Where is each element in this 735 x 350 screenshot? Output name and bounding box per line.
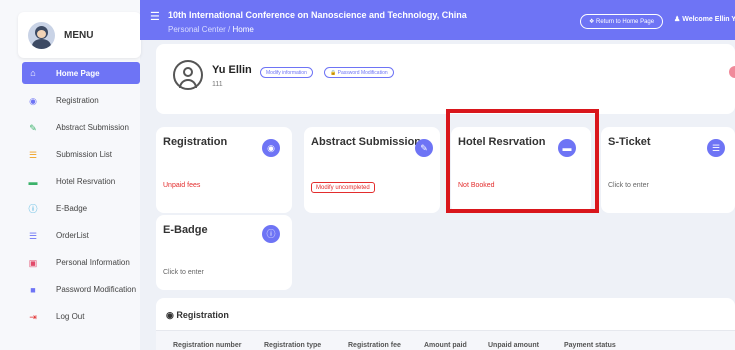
sidebar-item-label: Password Modification: [56, 285, 137, 294]
breadcrumb: Personal Center / Home: [168, 25, 254, 34]
s-ticket-card[interactable]: S-Ticket ☰ Click to enter: [601, 127, 735, 213]
info-icon: ⓘ: [262, 225, 280, 243]
user-avatar-icon: [173, 60, 203, 90]
breadcrumb-separator: /: [228, 25, 231, 34]
column-header: Amount paid: [424, 342, 467, 349]
registration-status: Unpaid fees: [163, 182, 201, 189]
sidebar-item-submission-list[interactable]: ☰ Submission List: [22, 141, 140, 168]
s-ticket-status: Click to enter: [608, 182, 649, 189]
e-badge-card[interactable]: E-Badge ⓘ Click to enter: [156, 215, 292, 290]
hamburger-menu-icon[interactable]: ☰: [150, 12, 160, 23]
sidebar-item-home[interactable]: ⌂ Home Page: [22, 62, 140, 84]
welcome-user[interactable]: ♟ Welcome Ellin Yu: [674, 15, 735, 23]
card-title: Abstract Submission: [311, 136, 422, 148]
edit-icon: ✎: [29, 122, 37, 133]
menu-label: MENU: [64, 30, 94, 41]
user-circle-icon: ◉: [29, 95, 37, 106]
lock-icon: ■: [30, 284, 36, 295]
password-modification-button[interactable]: 🔒 Password Modification: [324, 67, 394, 78]
column-header: Registration fee: [348, 342, 401, 349]
breadcrumb-parent[interactable]: Personal Center: [168, 25, 226, 34]
abstract-status-badge: Modify uncompleted: [311, 182, 375, 193]
modify-information-button[interactable]: Modify information: [260, 67, 313, 78]
sidebar-item-label: Log Out: [56, 312, 85, 321]
notification-dot: [729, 66, 735, 78]
sidebar-item-orderlist[interactable]: ☰ OrderList: [22, 222, 140, 249]
sidebar-item-e-badge[interactable]: ⓘ E-Badge: [22, 195, 140, 222]
profile-id: 111: [212, 81, 223, 88]
column-header: Payment status: [564, 342, 616, 349]
menu-header: MENU: [18, 12, 141, 58]
user-circle-icon: ◉: [166, 310, 177, 320]
home-icon: ⌂: [30, 68, 36, 78]
registration-card[interactable]: Registration ◉ Unpaid fees: [156, 127, 292, 213]
sidebar-item-label: Submission List: [56, 150, 113, 159]
column-header: Unpaid amount: [488, 342, 539, 349]
card-title: S-Ticket: [608, 136, 651, 148]
profile-name: Yu Ellin: [212, 64, 252, 76]
sidebar-item-label: Registration: [56, 96, 99, 105]
bed-icon: ▬: [28, 176, 38, 187]
user-circle-icon: ◉: [262, 139, 280, 157]
sidebar-item-password-modification[interactable]: ■ Password Modification: [22, 276, 140, 303]
sidebar-item-label: OrderList: [56, 231, 89, 240]
registration-panel: ◉ Registration Registration number Regis…: [156, 298, 735, 350]
card-title: E-Badge: [163, 224, 208, 236]
sidebar-item-abstract-submission[interactable]: ✎ Abstract Submission: [22, 114, 140, 141]
breadcrumb-current: Home: [232, 25, 254, 34]
sidebar-item-label: Home Page: [56, 68, 100, 78]
e-badge-status: Click to enter: [163, 269, 204, 276]
highlight-box: [446, 109, 599, 213]
sidebar-item-label: Hotel Resrvation: [56, 177, 116, 186]
sidebar-item-personal-information[interactable]: ▣ Personal Information: [22, 249, 140, 276]
sidebar-item-label: E-Badge: [56, 204, 88, 213]
sidebar-nav: ⌂ Home Page ◉ Registration ✎ Abstract Su…: [22, 60, 140, 330]
abstract-submission-card[interactable]: Abstract Submission ✎ Modify uncompleted: [304, 127, 440, 213]
id-card-icon: ▣: [28, 257, 38, 268]
sidebar-item-hotel-resrvation[interactable]: ▬ Hotel Resrvation: [22, 168, 140, 195]
column-header: Registration number: [173, 342, 242, 349]
registration-panel-title-text: Registration: [176, 310, 229, 320]
sidebar-item-label: Personal Information: [56, 258, 130, 267]
logout-icon: ⇥: [29, 311, 37, 322]
menu-avatar-icon: [28, 22, 55, 49]
conference-title: 10th International Conference on Nanosci…: [168, 10, 467, 20]
card-title: Registration: [163, 136, 228, 148]
sidebar-item-registration[interactable]: ◉ Registration: [22, 87, 140, 114]
list-icon: ☰: [28, 149, 38, 160]
ticket-icon: ☰: [707, 139, 725, 157]
orderlist-icon: ☰: [28, 230, 38, 241]
sidebar: MENU ⌂ Home Page ◉ Registration ✎ Abstra…: [0, 0, 141, 350]
top-bar: ☰ 10th International Conference on Nanos…: [140, 0, 735, 40]
sidebar-item-log-out[interactable]: ⇥ Log Out: [22, 303, 140, 330]
sidebar-item-label: Abstract Submission: [56, 123, 129, 132]
return-home-button[interactable]: ❖ Return to Home Page: [580, 14, 664, 29]
registration-panel-title: ◉ Registration: [166, 310, 229, 321]
column-header: Registration type: [264, 342, 322, 349]
profile-card: Yu Ellin 111 Modify information 🔒 Passwo…: [156, 44, 735, 114]
info-icon: ⓘ: [28, 203, 38, 214]
edit-icon: ✎: [415, 139, 433, 157]
